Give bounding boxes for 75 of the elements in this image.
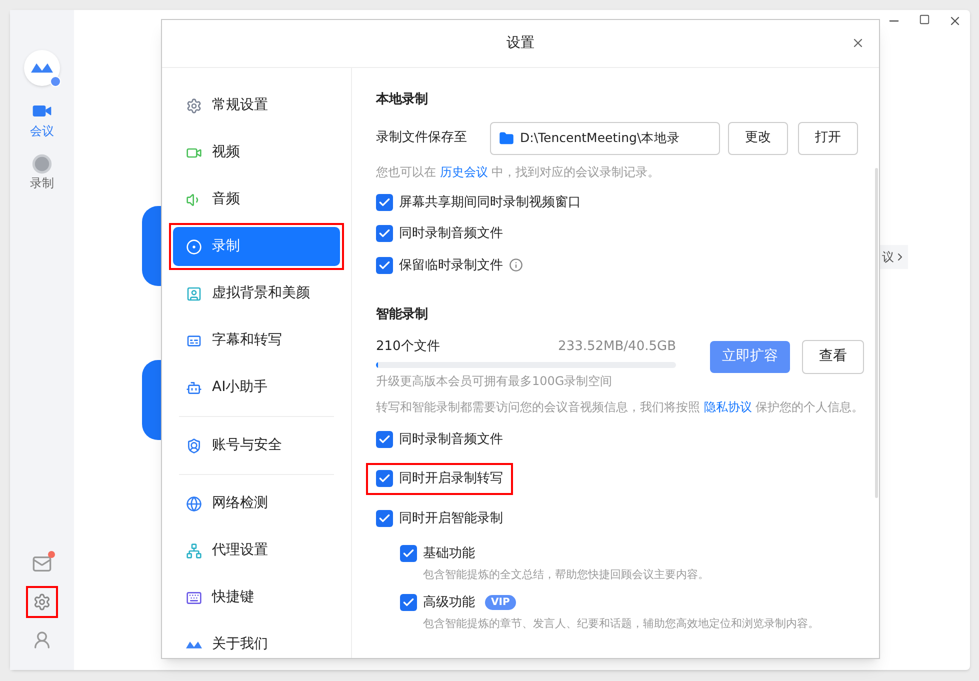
nav-item[interactable]: 代理设置 xyxy=(173,531,340,570)
checkbox-label: 高级功能 xyxy=(423,594,475,612)
field-label: 录制文件保存至 xyxy=(376,129,468,148)
person-icon xyxy=(32,630,52,650)
hint-text: 您也可以在 历史会议 中，找到对应的会议录制记录。 xyxy=(376,164,661,180)
option-description: 包含智能提炼的全文总结，帮助您快捷回顾会议主要内容。 xyxy=(423,566,710,582)
checkbox[interactable] xyxy=(400,545,417,562)
nav-item[interactable]: 关于我们 xyxy=(173,625,340,664)
history-meeting-link[interactable]: 历史会议 xyxy=(440,164,488,178)
maximize-icon[interactable] xyxy=(919,14,930,25)
checkbox-label: 同时开启录制转写 xyxy=(399,470,503,488)
logo-icon xyxy=(186,640,202,650)
close-button[interactable] xyxy=(851,36,865,50)
file-count: 210个文件 xyxy=(376,338,440,356)
checkbox[interactable] xyxy=(376,256,393,274)
settings-button[interactable] xyxy=(26,586,58,618)
checkbox[interactable] xyxy=(376,510,393,527)
settings-icon xyxy=(33,593,51,611)
nav-item[interactable]: 快捷键 xyxy=(173,578,340,617)
record-icon xyxy=(186,238,202,254)
open-button[interactable]: 打开 xyxy=(798,122,858,154)
path-field[interactable]: D:\TencentMeeting\本地录 xyxy=(490,122,720,154)
nav-item[interactable]: 网络检测 xyxy=(173,484,340,523)
vip-badge: VIP xyxy=(485,595,516,610)
change-button[interactable]: 更改 xyxy=(728,122,788,154)
checkbox[interactable] xyxy=(376,470,393,488)
mail-icon xyxy=(32,554,52,574)
storage-usage: 233.52MB/40.5GB xyxy=(558,338,676,356)
checkbox[interactable] xyxy=(376,430,393,448)
scrollbar[interactable] xyxy=(875,168,878,498)
dialog-title: 设置 xyxy=(506,34,534,53)
checkbox-label: 同时录制音频文件 xyxy=(399,225,503,243)
rail-tab[interactable]: 录制 xyxy=(30,154,54,192)
network-icon xyxy=(186,542,202,558)
nav-item[interactable]: 字幕和转写 xyxy=(173,321,340,360)
checkbox[interactable] xyxy=(400,594,417,612)
checkbox[interactable] xyxy=(376,225,393,242)
gear-icon xyxy=(186,98,202,114)
checkmark-icon xyxy=(378,196,391,209)
person-card-icon xyxy=(186,286,202,302)
checkmark-icon xyxy=(378,512,391,525)
folder-icon xyxy=(499,130,514,146)
nav-item[interactable]: 账号与安全 xyxy=(173,426,340,465)
close-icon[interactable] xyxy=(948,14,962,28)
nav-item[interactable]: 录制 xyxy=(173,227,340,266)
nav-item[interactable]: 常规设置 xyxy=(173,86,340,125)
checkbox-label: 保留临时录制文件 xyxy=(399,256,503,274)
user-shield-icon xyxy=(186,438,202,454)
nav-item[interactable]: 虚拟背景和美颜 xyxy=(173,274,340,313)
view-button[interactable]: 查看 xyxy=(802,340,864,374)
history-link[interactable]: 议 xyxy=(880,245,908,269)
privacy-note: 转写和智能录制都需要访问您的会议音视频信息，我们将按照 隐私协议 保护您的个人信息。 xyxy=(376,398,865,416)
privacy-link[interactable]: 隐私协议 xyxy=(704,400,752,414)
info-icon[interactable] xyxy=(509,258,523,272)
section-title: 智能录制 xyxy=(376,306,429,324)
checkmark-icon xyxy=(378,258,391,272)
checkbox-label: 同时开启智能录制 xyxy=(399,510,503,528)
nav-item[interactable]: 视频 xyxy=(173,133,340,172)
captions-icon xyxy=(186,332,202,348)
option-description: 包含智能提炼的章节、发言人、纪要和话题，辅助您高效地定位和浏览录制内容。 xyxy=(423,616,820,632)
upgrade-note: 升级更高版本会员可拥有最多100G录制空间 xyxy=(376,372,614,390)
checkmark-icon xyxy=(378,432,391,446)
globe-icon xyxy=(186,496,202,512)
robot-icon xyxy=(186,380,202,396)
nav-item[interactable]: 音频 xyxy=(173,180,340,219)
checkbox-label: 同时录制音频文件 xyxy=(399,430,503,448)
checkbox-label: 基础功能 xyxy=(423,545,475,563)
nav-item[interactable]: AI小助手 xyxy=(173,368,340,407)
keyboard-icon xyxy=(186,590,202,606)
logo-icon xyxy=(31,61,53,75)
record-icon xyxy=(32,154,52,174)
section-title: 本地录制 xyxy=(376,91,429,109)
checkbox-label: 屏幕共享期间同时录制视频窗口 xyxy=(399,194,581,212)
checkbox[interactable] xyxy=(376,194,393,211)
rail-tab[interactable]: 会议 xyxy=(30,100,54,140)
